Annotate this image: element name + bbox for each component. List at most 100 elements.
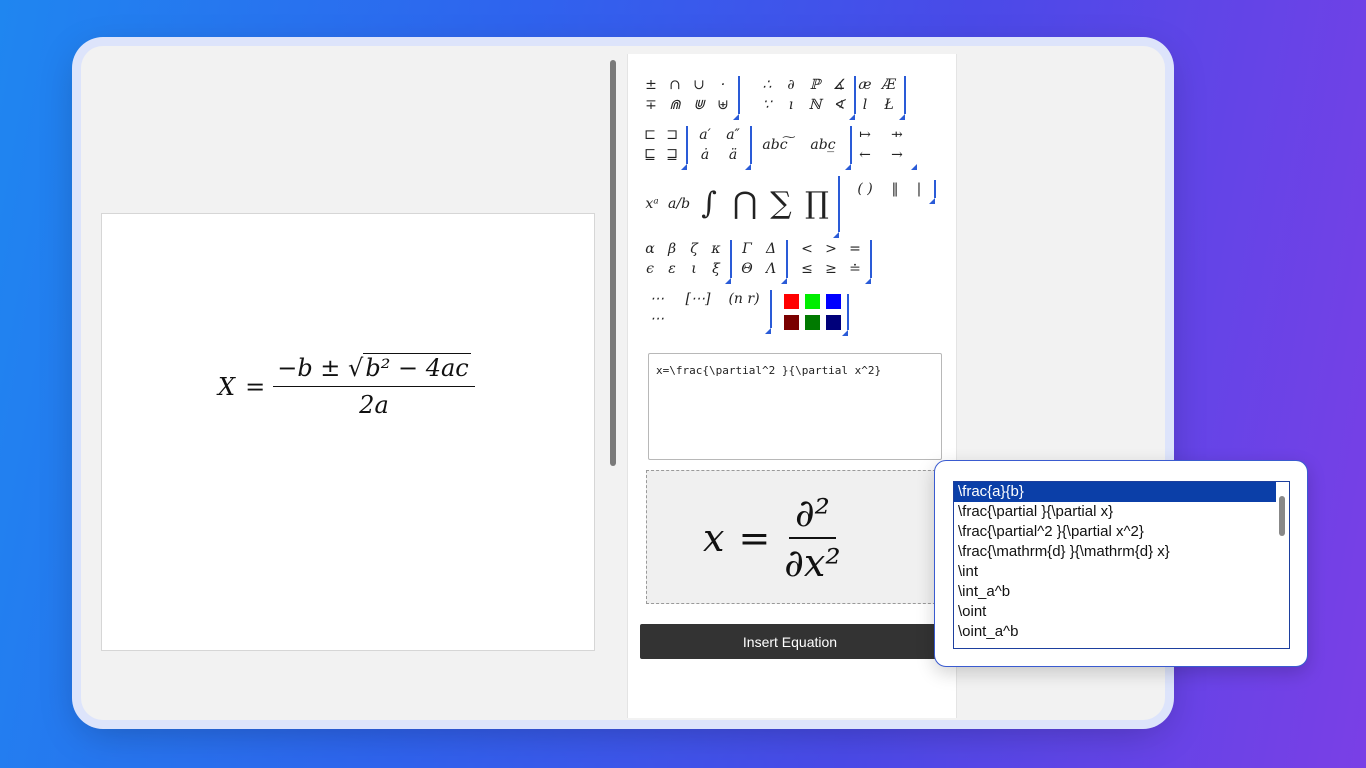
toolbar-symbol[interactable]: ä xyxy=(722,146,744,164)
toolbar-symbol[interactable]: ∂ xyxy=(782,76,800,94)
toolbar-symbol[interactable]: ⊑ xyxy=(642,146,658,164)
toolbar-symbol[interactable]: ȧ xyxy=(694,146,716,164)
color-swatch[interactable] xyxy=(826,315,841,330)
toolbar-symbol[interactable]: ⋒ xyxy=(666,96,684,114)
toolbar-symbol[interactable]: < xyxy=(798,240,816,258)
toolbar-symbol[interactable]: Æ xyxy=(880,76,898,94)
suggestion-listbox[interactable]: \frac{a}{b} \frac{\partial }{\partial x} \… xyxy=(953,481,1290,649)
toolbar-symbol[interactable]: ⋓ xyxy=(690,96,708,114)
toolbar-group-structures[interactable]: xᵃ a/b ∫ ⋂ ∑ ∏ xyxy=(642,176,840,238)
color-swatch[interactable] xyxy=(805,294,820,309)
toolbar-symbol[interactable]: ⋯ xyxy=(642,290,672,308)
document-page[interactable]: X = −b ± √b² − 4ac 2a xyxy=(101,213,595,651)
toolbar-group-relations[interactable]: < > = ≤ ≥ ≐ xyxy=(798,240,872,284)
suggestion-item[interactable]: \frac{\partial }{\partial x} xyxy=(954,502,1276,522)
toolbar-symbol[interactable]: ∑ xyxy=(766,184,796,224)
toolbar-symbol[interactable]: · xyxy=(714,76,732,94)
toolbar-group-subset[interactable]: ⊏ ⊐ ⊑ ⊒ xyxy=(642,126,688,170)
toolbar-group-over-under[interactable]: abc͠ abc̲ xyxy=(754,126,852,170)
toolbar-group-brackets[interactable]: ( ) ‖ | xyxy=(850,180,936,204)
toolbar-symbol[interactable]: | xyxy=(910,180,928,198)
toolbar-group-accents[interactable]: a′ a″ ȧ ä xyxy=(694,126,752,170)
color-swatch[interactable] xyxy=(826,294,841,309)
suggestion-item[interactable]: \frac{\partial^2 }{\partial x^2} xyxy=(954,522,1276,542)
toolbar-group-greek-upper[interactable]: ΓΔΘΛ xyxy=(738,240,788,284)
toolbar-group-colors[interactable] xyxy=(784,294,849,336)
toolbar-symbol[interactable]: ⋂ xyxy=(730,184,760,224)
toolbar-symbol[interactable]: l xyxy=(856,96,874,114)
toolbar-symbol[interactable]: ‖ xyxy=(886,180,904,198)
toolbar-symbol[interactable]: ∓ xyxy=(642,96,660,114)
toolbar-symbol[interactable]: ℕ xyxy=(806,96,824,114)
toolbar-group-matrices[interactable]: ⋯ [⋯] (n r) ⋯ xyxy=(642,290,772,334)
suggestion-item[interactable]: \frac{a}{b} xyxy=(954,482,1276,502)
toolbar-symbol[interactable]: β xyxy=(664,240,680,258)
toolbar-symbol[interactable]: ∫ xyxy=(694,184,724,224)
toolbar-group-misc-symbols[interactable]: ∴ ∂ ℙ ∡ ∵ ı ℕ ∢ xyxy=(758,76,856,120)
document-scrollbar[interactable] xyxy=(610,60,616,466)
toolbar-symbol[interactable]: ± xyxy=(642,76,660,94)
suggestion-item[interactable]: \oint_a^b xyxy=(954,622,1276,642)
toolbar-group-ligatures[interactable]: æÆlŁ xyxy=(856,76,906,120)
toolbar-symbol[interactable]: ⊎ xyxy=(714,96,732,114)
toolbar-symbol[interactable]: ≥ xyxy=(822,260,840,278)
latex-input[interactable]: x=\frac{\partial^2 }{\partial x^2} xyxy=(648,353,942,460)
toolbar-symbol[interactable]: → xyxy=(884,146,910,164)
toolbar-symbol[interactable]: a/b xyxy=(668,195,690,213)
toolbar-symbol[interactable]: ∡ xyxy=(830,76,848,94)
toolbar-symbol[interactable]: Γ xyxy=(738,240,756,258)
toolbar-symbol[interactable]: ( ) xyxy=(850,180,880,198)
toolbar-symbol[interactable]: α xyxy=(642,240,658,258)
toolbar-symbol[interactable]: Ł xyxy=(880,96,898,114)
toolbar-symbol[interactable]: ϵ xyxy=(642,260,658,278)
suggestion-item[interactable]: \oint xyxy=(954,602,1276,622)
toolbar-symbol[interactable]: ∩ xyxy=(666,76,684,94)
toolbar-symbol[interactable]: ı xyxy=(782,96,800,114)
toolbar-symbol[interactable]: ⋯ xyxy=(642,310,672,328)
toolbar-symbol[interactable]: a″ xyxy=(722,126,744,144)
toolbar-symbol[interactable]: ∪ xyxy=(690,76,708,94)
suggestion-item[interactable]: \int xyxy=(954,562,1276,582)
suggestion-item[interactable]: \frac{\mathrm{d} }{\mathrm{d} x} xyxy=(954,542,1276,562)
toolbar-symbol[interactable]: ⊏ xyxy=(642,126,658,144)
toolbar-symbol[interactable]: ⊒ xyxy=(664,146,680,164)
document-equation[interactable]: X = −b ± √b² − 4ac 2a xyxy=(218,353,475,419)
toolbar-symbol[interactable]: ← xyxy=(852,146,878,164)
insert-equation-button[interactable]: Insert Equation xyxy=(640,624,940,659)
toolbar-symbol[interactable]: ∵ xyxy=(758,96,776,114)
listbox-scroll-thumb[interactable] xyxy=(1279,496,1285,536)
toolbar-symbol[interactable]: xᵃ xyxy=(642,195,662,213)
color-swatch[interactable] xyxy=(784,315,799,330)
toolbar-group-operators[interactable]: ± ∩ ∪ · ∓ ⋒ ⋓ ⊎ xyxy=(642,76,740,120)
toolbar-symbol[interactable]: Θ xyxy=(738,260,756,278)
color-swatch[interactable] xyxy=(805,315,820,330)
toolbar-symbol[interactable]: Δ xyxy=(762,240,780,258)
toolbar-symbol[interactable]: ι xyxy=(686,260,702,278)
toolbar-symbol[interactable]: [⋯] xyxy=(678,290,718,308)
color-swatch[interactable] xyxy=(784,294,799,309)
toolbar-symbol[interactable]: ξ xyxy=(708,260,724,278)
listbox-scrollbar[interactable] xyxy=(1277,484,1287,644)
toolbar-symbol[interactable]: æ xyxy=(856,76,874,94)
toolbar-symbol[interactable]: a′ xyxy=(694,126,716,144)
toolbar-group-arrows[interactable]: ↦ ⇸ ← → xyxy=(852,126,917,170)
toolbar-symbol[interactable]: ⊐ xyxy=(664,126,680,144)
toolbar-group-greek-lower[interactable]: αβζκ ϵειξ xyxy=(642,240,732,284)
toolbar-symbol[interactable]: abc̲ xyxy=(802,136,844,154)
toolbar-symbol[interactable]: ≤ xyxy=(798,260,816,278)
toolbar-symbol[interactable]: ℙ xyxy=(806,76,824,94)
toolbar-symbol[interactable]: ∏ xyxy=(802,184,832,224)
toolbar-symbol[interactable]: ↦ xyxy=(852,126,878,144)
toolbar-symbol[interactable]: > xyxy=(822,240,840,258)
toolbar-symbol[interactable]: ε xyxy=(664,260,680,278)
toolbar-symbol[interactable]: Λ xyxy=(762,260,780,278)
toolbar-symbol[interactable]: (n r) xyxy=(724,290,764,308)
toolbar-symbol[interactable]: ≐ xyxy=(846,260,864,278)
toolbar-symbol[interactable]: abc͠ xyxy=(754,136,796,154)
toolbar-symbol[interactable]: ∢ xyxy=(830,96,848,114)
toolbar-symbol[interactable]: ∴ xyxy=(758,76,776,94)
toolbar-symbol[interactable]: ζ xyxy=(686,240,702,258)
suggestion-item[interactable]: \int_a^b xyxy=(954,582,1276,602)
toolbar-symbol[interactable]: = xyxy=(846,240,864,258)
toolbar-symbol[interactable]: ⇸ xyxy=(884,126,910,144)
